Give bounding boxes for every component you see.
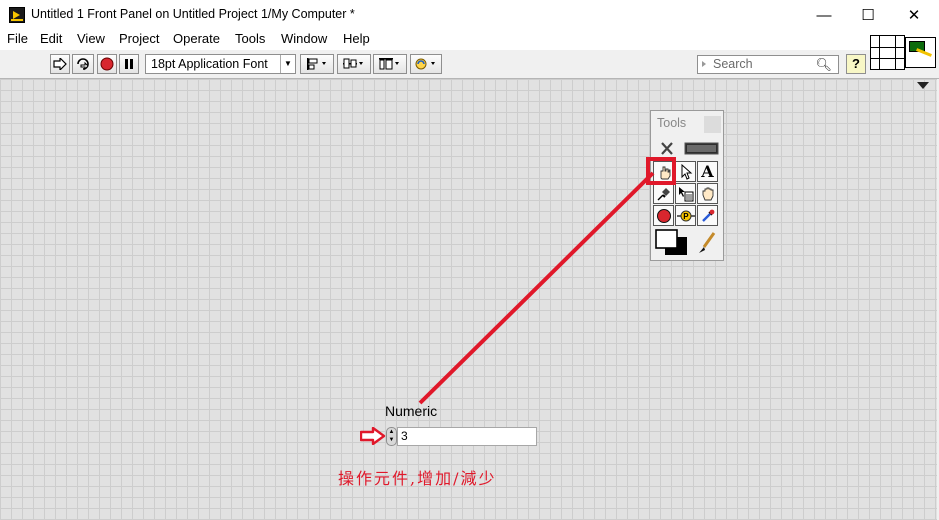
annotation-line [418,171,655,405]
annotation-text: 操作元件,增加/減少 [338,469,497,488]
